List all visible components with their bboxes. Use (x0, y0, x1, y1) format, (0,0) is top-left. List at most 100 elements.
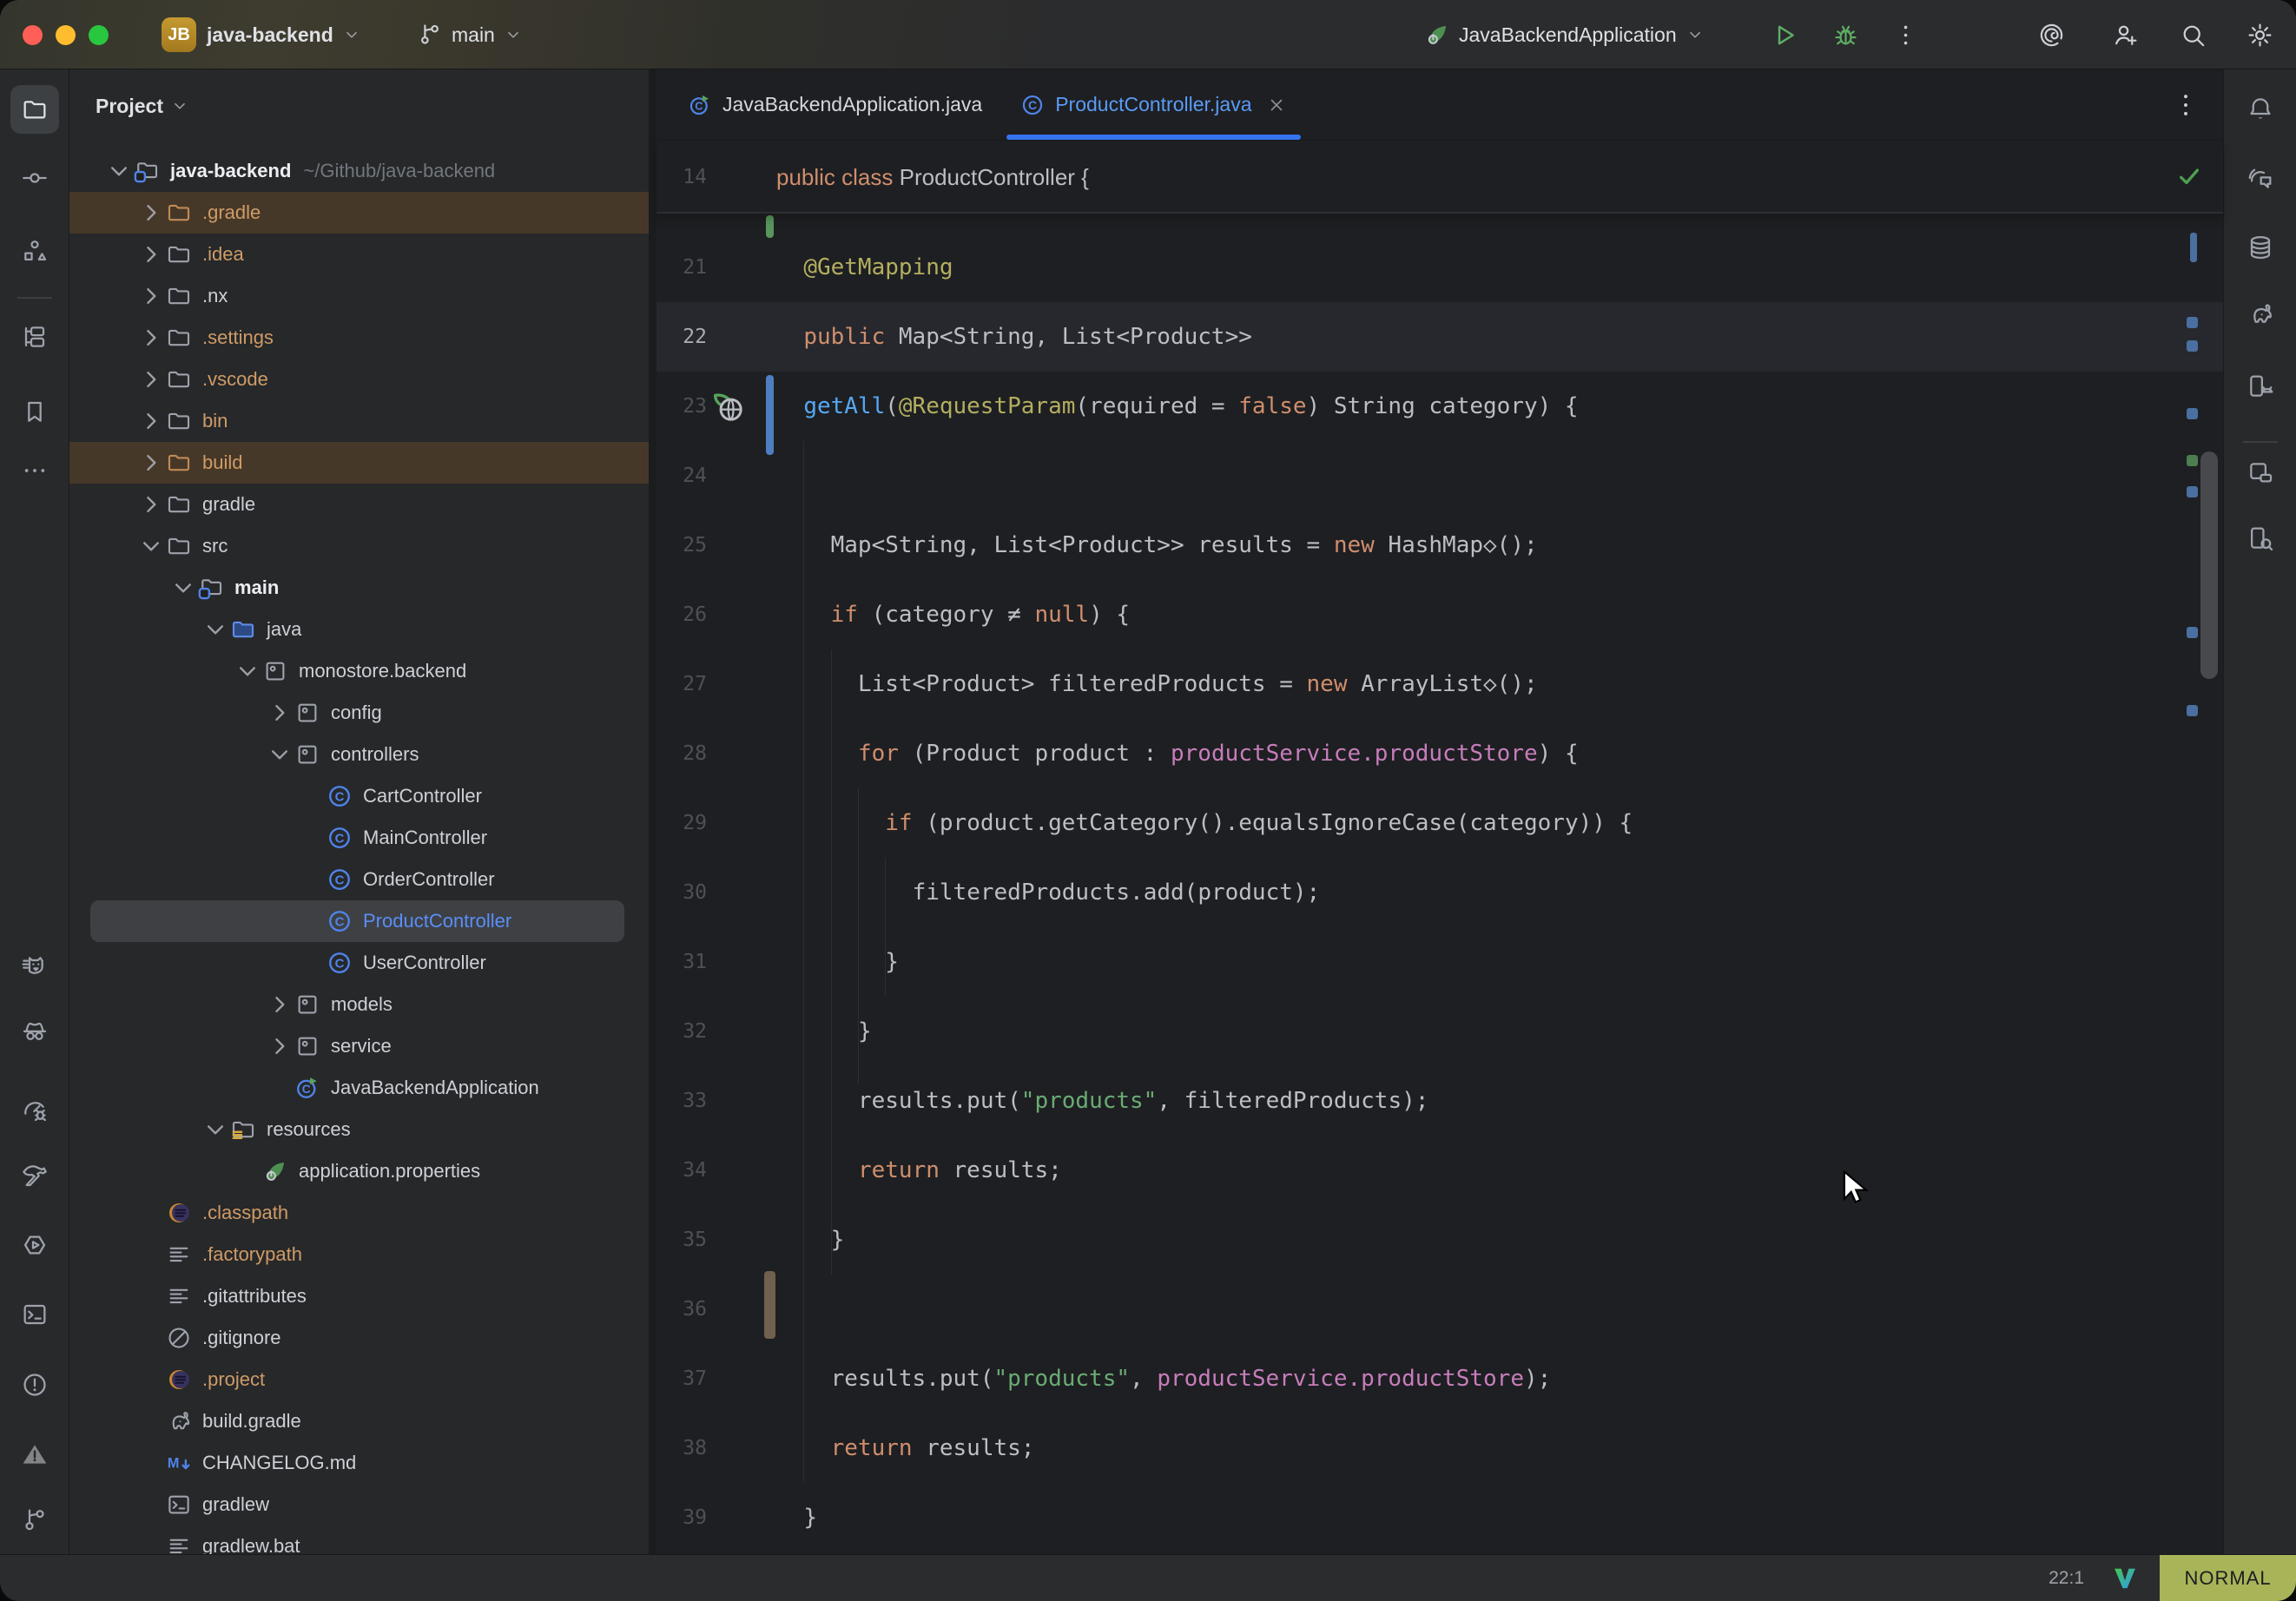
code-line[interactable]: 21@GetMapping (656, 233, 2223, 302)
tree-chevron-right-icon[interactable] (265, 698, 294, 728)
code-line[interactable]: 39} (656, 1483, 2223, 1552)
tree-item[interactable]: .gitignore (69, 1317, 649, 1359)
build-hammer-button[interactable] (10, 1150, 59, 1199)
ideavim-icon[interactable] (2112, 1565, 2138, 1591)
device-manager-button[interactable] (2236, 449, 2285, 497)
notifications-button[interactable] (2236, 84, 2285, 133)
ai-assistant-button[interactable] (2032, 16, 2070, 54)
code-line[interactable]: 35} (656, 1205, 2223, 1275)
tree-chevron-right-icon[interactable] (265, 1031, 294, 1061)
tree-item[interactable]: MCHANGELOG.md (69, 1442, 649, 1484)
more-actions-button[interactable] (1886, 16, 1924, 54)
database-button[interactable] (2236, 223, 2285, 272)
close-window-button[interactable] (23, 25, 43, 45)
tree-item[interactable]: CProductController (69, 900, 649, 942)
project-selector[interactable]: java-backend (207, 0, 361, 69)
code-line[interactable]: 31} (656, 927, 2223, 997)
incognito-button[interactable] (10, 1006, 59, 1055)
tree-item[interactable]: .settings (69, 317, 649, 359)
tree-item[interactable]: bin (69, 400, 649, 442)
tree-chevron-down-icon[interactable] (201, 615, 230, 644)
tree-chevron-right-icon[interactable] (136, 281, 166, 311)
running-devices-button[interactable] (2236, 362, 2285, 411)
bookmarks-button[interactable] (10, 387, 59, 436)
tree-item[interactable]: .nx (69, 275, 649, 317)
tree-item[interactable]: java-backend~/Github/java-backend (69, 150, 649, 192)
tree-item[interactable]: .factorypath (69, 1234, 649, 1275)
tree-item[interactable]: .vscode (69, 359, 649, 400)
tree-item[interactable]: build (69, 442, 649, 484)
code-line[interactable]: 36 (656, 1275, 2223, 1344)
tree-item[interactable]: build.gradle (69, 1400, 649, 1442)
tree-item[interactable]: .classpath (69, 1192, 649, 1234)
code-line[interactable]: 25Map<String, List<Product>> results = n… (656, 511, 2223, 580)
code-line[interactable]: 29if (product.getCategory().equalsIgnore… (656, 788, 2223, 858)
tree-chevron-right-icon[interactable] (136, 490, 166, 519)
code-line[interactable]: 37results.put("products", productService… (656, 1344, 2223, 1413)
cat-button[interactable] (10, 941, 59, 990)
tree-chevron-right-icon[interactable] (136, 240, 166, 269)
editor-tab[interactable]: CProductController.java (1001, 69, 1305, 140)
code-line[interactable]: 32} (656, 997, 2223, 1066)
tree-item[interactable]: gradlew (69, 1484, 649, 1525)
tree-item[interactable]: src (69, 525, 649, 567)
vcs-change-marker[interactable] (766, 215, 774, 238)
branch-selector[interactable]: main (417, 0, 523, 69)
tree-item[interactable]: .project (69, 1359, 649, 1400)
code-line[interactable]: 30filteredProducts.add(product); (656, 858, 2223, 927)
tree-item[interactable]: application.properties (69, 1150, 649, 1192)
code-line[interactable]: 34return results; (656, 1136, 2223, 1205)
tree-chevron-down-icon[interactable] (104, 156, 134, 186)
debug-button[interactable] (1826, 16, 1864, 54)
tree-item[interactable]: java (69, 609, 649, 650)
editor-area[interactable]: CJavaBackendApplication.javaCProductCont… (656, 69, 2223, 1554)
run-button[interactable] (1765, 16, 1804, 54)
code-line[interactable]: 27List<Product> filteredProducts = new A… (656, 649, 2223, 719)
code-line[interactable]: 22public Map<String, List<Product>> (656, 302, 2223, 372)
zoom-window-button[interactable] (89, 25, 109, 45)
tree-chevron-down-icon[interactable] (168, 573, 198, 603)
project-button[interactable] (10, 85, 59, 134)
vcs-change-marker[interactable] (766, 375, 774, 455)
tree-item[interactable]: gradlew.bat (69, 1525, 649, 1554)
git-branch-button[interactable] (10, 1496, 59, 1545)
problems-button[interactable] (10, 1361, 59, 1409)
gradle-button[interactable] (2236, 290, 2285, 339)
tree-item[interactable]: CCartController (69, 775, 649, 817)
tree-item[interactable]: main (69, 567, 649, 609)
tree-item[interactable]: .idea (69, 234, 649, 275)
tree-item[interactable]: resources (69, 1109, 649, 1150)
caret-position[interactable]: 22:1 (2049, 1555, 2084, 1601)
code-with-me-button[interactable] (2106, 16, 2144, 54)
tree-chevron-down-icon[interactable] (201, 1115, 230, 1144)
editor-tab[interactable]: CJavaBackendApplication.java (669, 69, 1001, 140)
inspections-ok-icon[interactable] (2176, 163, 2202, 189)
code-line[interactable]: 33results.put("products", filteredProduc… (656, 1066, 2223, 1136)
search-everywhere-button[interactable] (2174, 16, 2212, 54)
dependencies-button[interactable] (10, 313, 59, 361)
tree-item[interactable]: .gradle (69, 192, 649, 234)
tree-chevron-right-icon[interactable] (136, 365, 166, 394)
tree-item[interactable]: CMainController (69, 817, 649, 859)
device-explorer-button[interactable] (2236, 514, 2285, 563)
warning-button[interactable] (10, 1430, 59, 1479)
tree-item[interactable]: controllers (69, 734, 649, 775)
code-line[interactable]: 26if (category ≠ null) { (656, 580, 2223, 649)
vim-mode-badge[interactable]: NORMAL (2160, 1555, 2296, 1601)
tree-item[interactable]: .gitattributes (69, 1275, 649, 1317)
settings-button[interactable] (2240, 16, 2279, 54)
tree-item[interactable]: COrderController (69, 859, 649, 900)
tree-item[interactable]: models (69, 984, 649, 1025)
tab-options-button[interactable] (2171, 90, 2200, 120)
project-panel-header[interactable]: Project (96, 85, 189, 127)
code-line[interactable]: 28for (Product product : productService.… (656, 719, 2223, 788)
tree-item[interactable]: config (69, 692, 649, 734)
minimize-window-button[interactable] (56, 25, 76, 45)
code-line[interactable]: 24 (656, 441, 2223, 511)
more-button[interactable] (10, 446, 59, 495)
tree-item[interactable]: gradle (69, 484, 649, 525)
tree-chevron-down-icon[interactable] (233, 656, 262, 686)
editor-scrollbar[interactable] (2200, 451, 2218, 679)
commit-button[interactable] (10, 154, 59, 202)
profiler-button[interactable] (10, 1085, 59, 1134)
